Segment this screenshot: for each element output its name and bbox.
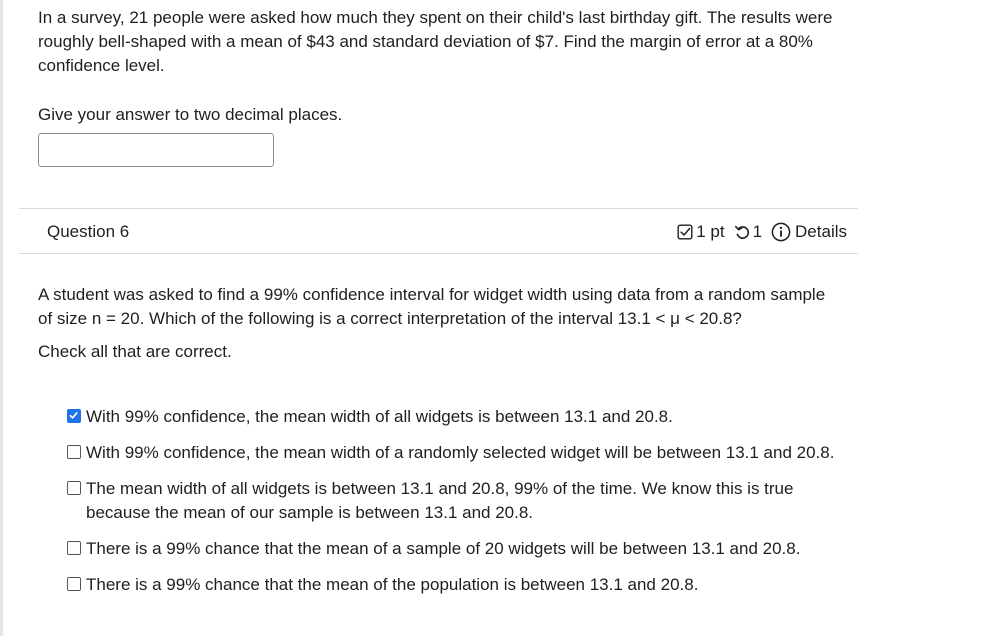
option-3[interactable]: The mean width of all widgets is between… (67, 477, 857, 525)
answer-options: With 99% confidence, the mean width of a… (67, 405, 857, 597)
points-label: 1 pt (696, 222, 725, 241)
option-4[interactable]: There is a 99% chance that the mean of a… (67, 537, 857, 561)
option-2[interactable]: With 99% confidence, the mean width of a… (67, 441, 857, 465)
question-6-body: A student was asked to find a 99% confid… (38, 283, 838, 364)
option-4-label: There is a 99% chance that the mean of a… (86, 539, 801, 558)
option-1[interactable]: With 99% confidence, the mean width of a… (67, 405, 857, 429)
question-5-prompt: In a survey, 21 people were asked how mu… (38, 8, 833, 75)
attempts-count: 1 (752, 222, 763, 241)
option-5[interactable]: There is a 99% chance that the mean of t… (67, 573, 857, 597)
option-3-checkbox[interactable] (67, 481, 81, 495)
option-5-label: There is a 99% chance that the mean of t… (86, 575, 699, 594)
option-1-checkbox[interactable] (67, 409, 81, 423)
option-4-checkbox[interactable] (67, 541, 81, 555)
question-6-prompt: A student was asked to find a 99% confid… (38, 285, 826, 328)
answer-input[interactable] (38, 133, 274, 167)
option-2-label: With 99% confidence, the mean width of a… (86, 443, 835, 462)
question-5: In a survey, 21 people were asked how mu… (38, 6, 858, 127)
question-meta: 1 pt 1 Details (677, 221, 847, 243)
option-5-checkbox[interactable] (67, 577, 81, 591)
page-left-border (0, 0, 3, 636)
question-title: Question 6 (47, 222, 130, 241)
details-link[interactable]: Details (795, 221, 847, 243)
option-1-label: With 99% confidence, the mean width of a… (86, 407, 673, 426)
question-5-instruction: Give your answer to two decimal places. (38, 105, 343, 124)
retry-icon (734, 224, 751, 241)
option-2-checkbox[interactable] (67, 445, 81, 459)
option-3-label: The mean width of all widgets is between… (86, 479, 794, 522)
check-all-instruction: Check all that are correct. (38, 342, 232, 361)
info-icon[interactable] (771, 222, 791, 242)
checkbox-icon (677, 224, 693, 240)
question-6-header: Question 6 1 pt 1 Details (19, 208, 858, 254)
